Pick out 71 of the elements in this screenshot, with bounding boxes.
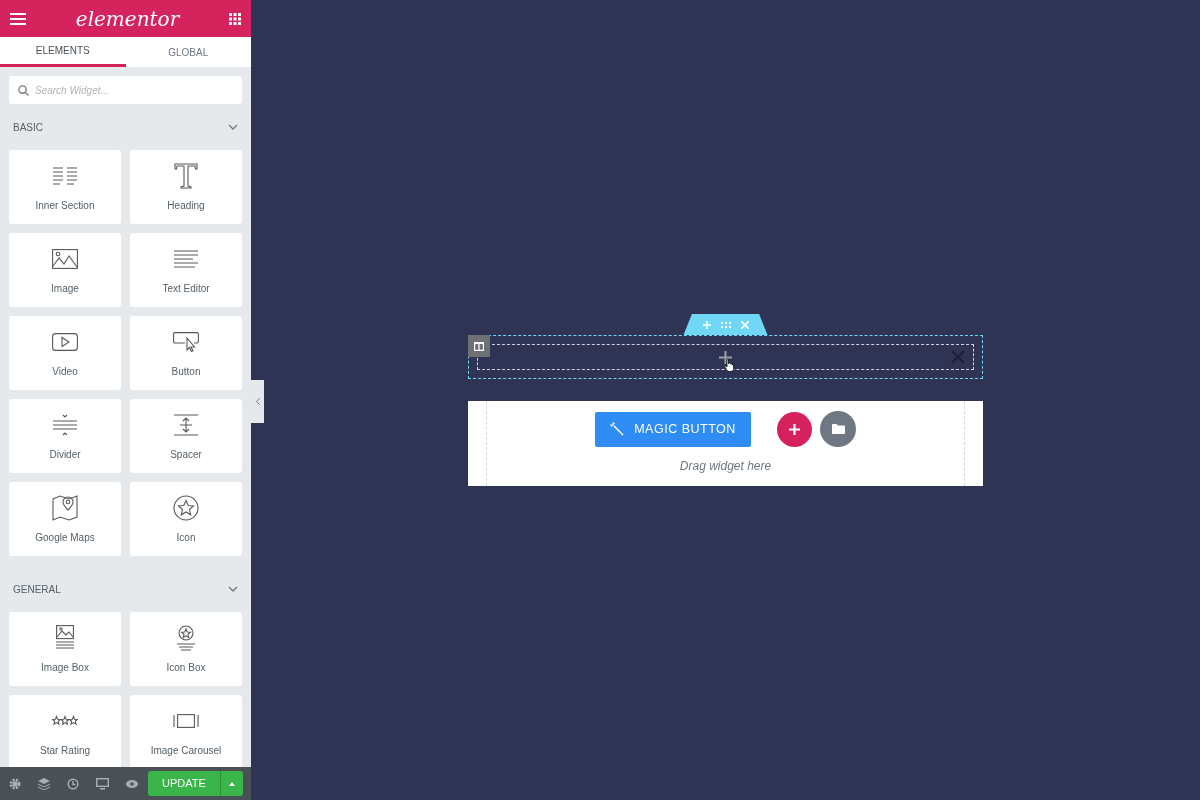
- drop-hint: Drag widget here: [679, 458, 772, 475]
- widget-tile[interactable]: Spacer: [130, 399, 242, 473]
- image-box-icon: [55, 624, 75, 651]
- widget-label: Image: [51, 281, 79, 296]
- widget-label: Image Carousel: [150, 743, 222, 758]
- widget-label: Text Editor: [162, 281, 210, 296]
- widget-tile[interactable]: Image: [9, 233, 121, 307]
- widget-tile[interactable]: Icon Box: [130, 612, 242, 686]
- chevron-down-icon[interactable]: [228, 584, 238, 594]
- letter-t-icon: [174, 162, 198, 189]
- grid-icon[interactable]: [229, 12, 241, 25]
- columns-icon: [474, 341, 484, 351]
- add-icon: [789, 423, 800, 435]
- widget-label: Button: [171, 364, 201, 379]
- star-circle-icon: [173, 494, 199, 521]
- desktop-icon[interactable]: [96, 777, 109, 790]
- menu-icon[interactable]: [10, 12, 26, 25]
- logo: elementor: [75, 8, 180, 29]
- widget-tile[interactable]: Image Box: [9, 612, 121, 686]
- widget-label: Spacer: [170, 447, 202, 462]
- widget-label: Icon Box: [166, 660, 206, 675]
- category-title[interactable]: GENERAL: [13, 581, 61, 597]
- columns-text-icon: [52, 165, 78, 186]
- widget-tile[interactable]: Text Editor: [130, 233, 242, 307]
- widget-label: Heading: [167, 198, 205, 213]
- widget-tile[interactable]: Video: [9, 316, 121, 390]
- category-title[interactable]: BASIC: [13, 119, 43, 135]
- widget-label: Google Maps: [35, 530, 95, 545]
- hand-cursor-icon: [724, 358, 735, 372]
- search-field[interactable]: Search Widget...: [9, 76, 242, 104]
- image-icon: [52, 248, 78, 269]
- magic-wand-icon: [610, 422, 625, 436]
- stars-icon: [52, 714, 78, 727]
- save-options-button[interactable]: [220, 771, 243, 796]
- carousel-icon: [173, 713, 199, 728]
- caret-icon: [229, 781, 235, 786]
- search-icon: [18, 85, 29, 96]
- add-template-button[interactable]: [820, 411, 856, 447]
- widget-label: Inner Section: [35, 198, 95, 213]
- widget-tile[interactable]: Google Maps: [9, 482, 121, 556]
- text-lines-icon: [173, 249, 199, 268]
- widget-label: Video: [52, 364, 78, 379]
- add-section-button[interactable]: [777, 411, 812, 447]
- play-icon: [52, 332, 78, 351]
- widget-tile[interactable]: Heading: [130, 150, 242, 224]
- column-handle[interactable]: [468, 335, 490, 357]
- add-icon[interactable]: [719, 350, 732, 364]
- layers-icon[interactable]: [38, 777, 50, 790]
- widget-tile[interactable]: Button: [130, 316, 242, 390]
- widget-tile[interactable]: Icon: [130, 482, 242, 556]
- widget-label: Star Rating: [40, 743, 90, 758]
- eye-icon[interactable]: [126, 779, 138, 788]
- collapse-panel-handle[interactable]: [251, 380, 264, 423]
- spacer-icon: [173, 413, 199, 436]
- map-pin-icon: [52, 494, 78, 521]
- widget-label: Divider: [49, 447, 81, 462]
- widget-tile[interactable]: Inner Section: [9, 150, 121, 224]
- history-icon[interactable]: [67, 777, 79, 790]
- divider-icon: [52, 413, 78, 436]
- widget-label: Image Box: [41, 660, 89, 675]
- widget-label: Icon: [176, 530, 196, 545]
- chevron-down-icon[interactable]: [228, 122, 238, 132]
- settings-icon[interactable]: [9, 777, 21, 790]
- pointer-click-icon: [173, 331, 199, 352]
- chevron-left-icon: [255, 398, 260, 405]
- widget-tile[interactable]: Image Carousel: [130, 695, 242, 767]
- widget-tile[interactable]: Star Rating: [9, 695, 121, 767]
- folder-icon: [831, 424, 845, 434]
- widget-tile[interactable]: Divider: [9, 399, 121, 473]
- drag-handle-icon[interactable]: [720, 321, 731, 328]
- star-badge-icon: [176, 624, 196, 651]
